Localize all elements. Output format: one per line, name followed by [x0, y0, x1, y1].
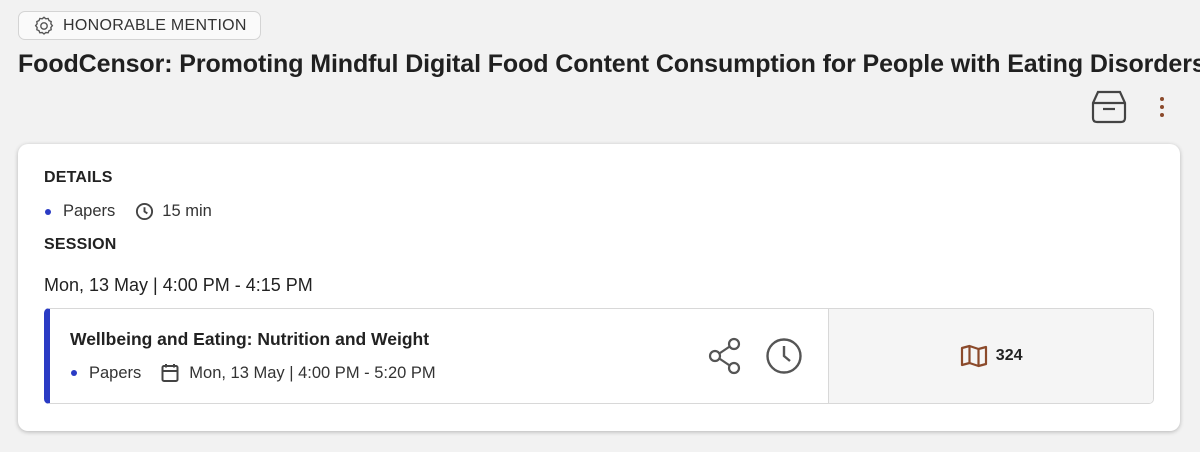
session-time: Mon, 13 May | 4:00 PM - 4:15 PM — [44, 275, 313, 295]
more-options-button[interactable] — [1148, 92, 1176, 122]
award-badge-icon — [34, 15, 54, 35]
share-icon[interactable] — [707, 336, 743, 376]
details-meta: Papers 15 min — [44, 202, 212, 221]
archive-button[interactable] — [1089, 86, 1129, 126]
room-location[interactable]: 324 — [828, 309, 1153, 403]
award-label: HONORABLE MENTION — [63, 16, 247, 34]
details-card: DETAILS Papers 15 min SESSION Mon, 13 Ma… — [18, 144, 1180, 431]
details-heading: DETAILS — [44, 169, 113, 186]
details-type: Papers — [63, 202, 116, 220]
session-type-dot-icon — [71, 370, 77, 376]
award-badge: HONORABLE MENTION — [18, 11, 261, 40]
clock-icon — [136, 202, 154, 221]
session-date-time: Mon, 13 May | 4:00 PM - 5:20 PM — [189, 363, 436, 382]
session-meta: Papers Mon, 13 May | 4:00 PM - 5:20 PM — [70, 363, 436, 383]
details-duration: 15 min — [162, 202, 212, 220]
session-type: Papers — [89, 363, 142, 382]
page-title: FoodCensor: Promoting Mindful Digital Fo… — [18, 50, 1200, 78]
map-icon — [960, 344, 987, 368]
session-item[interactable]: Wellbeing and Eating: Nutrition and Weig… — [44, 308, 1154, 404]
archive-icon — [1091, 90, 1127, 124]
schedule-clock-icon[interactable] — [765, 337, 803, 375]
more-vertical-icon — [1160, 97, 1164, 101]
type-dot-icon — [45, 208, 51, 215]
calendar-icon — [161, 364, 179, 382]
session-heading: SESSION — [44, 236, 117, 253]
room-number: 324 — [995, 347, 1023, 364]
session-title[interactable]: Wellbeing and Eating: Nutrition and Weig… — [70, 329, 429, 350]
session-info[interactable]: Wellbeing and Eating: Nutrition and Weig… — [50, 309, 828, 403]
